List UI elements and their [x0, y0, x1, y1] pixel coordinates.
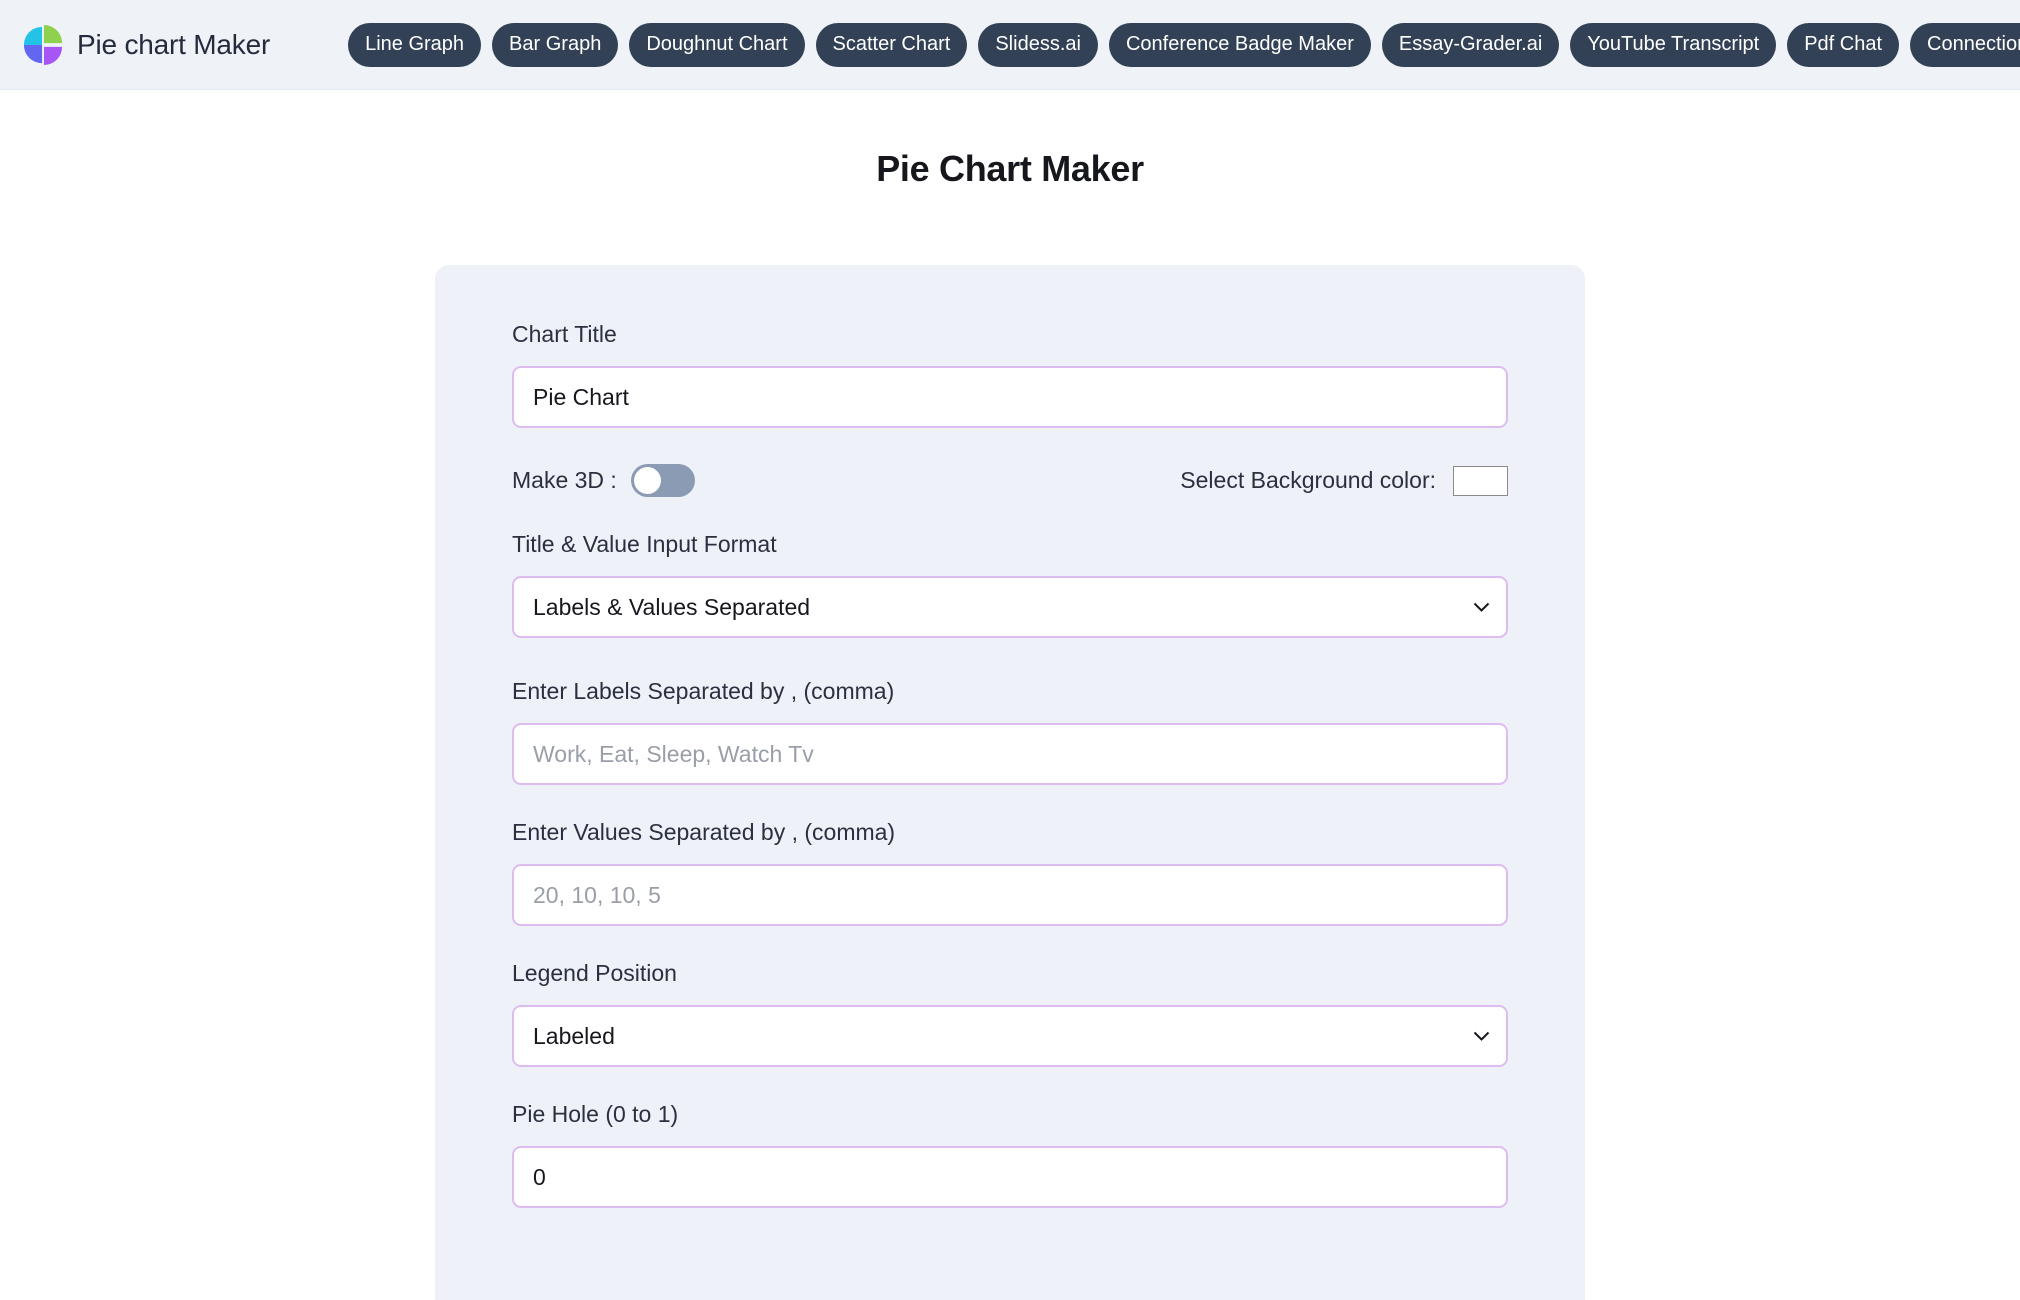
make-3d-and-background-row: Make 3D : Select Background color: — [512, 464, 1508, 497]
nav-item-line-graph[interactable]: Line Graph — [348, 22, 482, 67]
nav-item-conference-badge-maker[interactable]: Conference Badge Maker — [1108, 22, 1371, 67]
labels-field: Enter Labels Separated by , (comma) Work… — [512, 678, 1508, 785]
pie-hole-field: Pie Hole (0 to 1) 0 — [512, 1101, 1508, 1208]
input-format-select-wrap: Labels & Values Separated — [512, 576, 1508, 638]
legend-position-label: Legend Position — [512, 960, 677, 986]
legend-position-select-wrap: Labeled — [512, 1005, 1508, 1067]
nav-item-scatter-chart[interactable]: Scatter Chart — [815, 22, 968, 67]
input-format-select[interactable]: Labels & Values Separated — [512, 576, 1508, 638]
brand-name: Pie chart Maker — [77, 28, 271, 60]
pie-hole-input[interactable]: 0 — [512, 1146, 1508, 1208]
background-color-label: Select Background color: — [1180, 467, 1436, 493]
values-input-label: Enter Values Separated by , (comma) — [512, 819, 896, 845]
pie-chart-logo-icon — [23, 24, 63, 65]
make-3d-toggle[interactable] — [630, 464, 695, 497]
pie-hole-label: Pie Hole (0 to 1) — [512, 1101, 679, 1127]
legend-position-select[interactable]: Labeled — [512, 1005, 1508, 1067]
nav-item-doughnut-chart[interactable]: Doughnut Chart — [629, 22, 805, 67]
nav-pill-list: Line Graph Bar Graph Doughnut Chart Scat… — [348, 22, 2020, 67]
make-3d-group: Make 3D : — [512, 464, 695, 497]
make-3d-label: Make 3D : — [512, 467, 617, 493]
input-format-field: Title & Value Input Format Labels & Valu… — [512, 531, 1508, 638]
nav-item-pdf-chat[interactable]: Pdf Chat — [1787, 22, 1900, 67]
labels-input[interactable]: Work, Eat, Sleep, Watch Tv — [512, 723, 1508, 785]
nav-item-youtube-transcript[interactable]: YouTube Transcript — [1570, 22, 1777, 67]
background-color-swatch[interactable] — [1453, 465, 1508, 496]
make-3d-toggle-knob — [633, 467, 661, 494]
brand-logo-link[interactable]: Pie chart Maker — [22, 24, 270, 66]
background-color-group: Select Background color: — [1180, 465, 1508, 496]
nav-item-essay-grader-ai[interactable]: Essay-Grader.ai — [1381, 22, 1560, 67]
values-field: Enter Values Separated by , (comma) 20, … — [512, 819, 1508, 926]
nav-item-slidess-ai[interactable]: Slidess.ai — [978, 22, 1098, 67]
chart-title-input[interactable]: Pie Chart — [512, 366, 1508, 428]
chart-options-card: Chart Title Pie Chart Make 3D : Select B… — [435, 265, 1585, 1300]
top-navigation-bar: Pie chart Maker Line Graph Bar Graph Dou… — [0, 0, 2020, 90]
input-format-label: Title & Value Input Format — [512, 531, 777, 557]
nav-item-connectionshint-ai[interactable]: ConnectionsHint.ai — [1910, 22, 2020, 67]
labels-input-label: Enter Labels Separated by , (comma) — [512, 678, 895, 704]
chart-title-label: Chart Title — [512, 321, 617, 347]
page-title: Pie Chart Maker — [876, 148, 1144, 189]
nav-item-bar-graph[interactable]: Bar Graph — [492, 22, 619, 67]
values-input[interactable]: 20, 10, 10, 5 — [512, 864, 1508, 926]
chart-title-field: Chart Title Pie Chart — [512, 321, 1508, 428]
legend-position-field: Legend Position Labeled — [512, 960, 1508, 1067]
